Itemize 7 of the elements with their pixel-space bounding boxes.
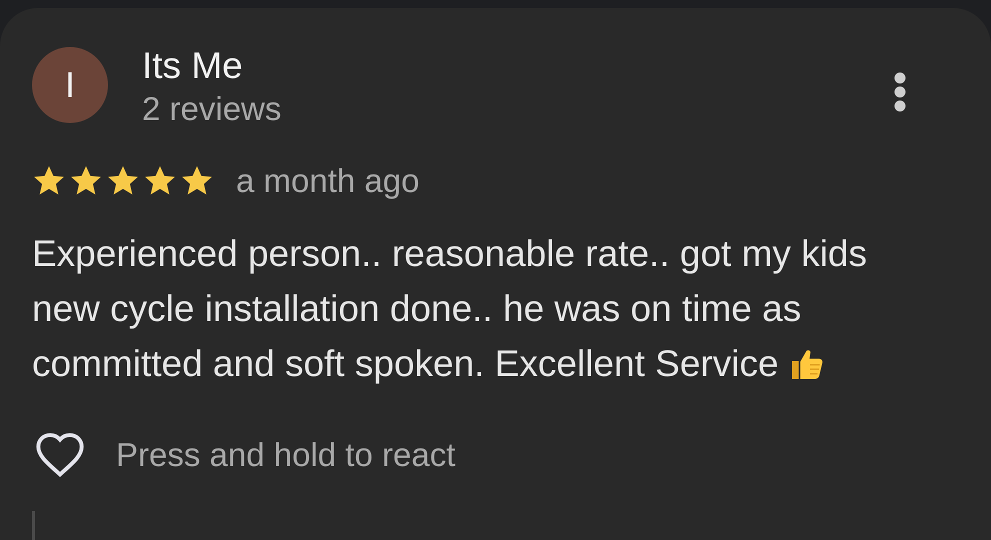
review-count: 2 reviews <box>142 89 282 129</box>
author-name[interactable]: Its Me <box>142 46 893 86</box>
more-options-icon[interactable] <box>893 71 907 113</box>
reaction-hint: Press and hold to react <box>116 436 456 474</box>
review-date: a month ago <box>236 162 420 200</box>
avatar[interactable]: I <box>32 47 108 123</box>
review-text: Experienced person.. reasonable rate.. got my kids new cycle installation done.. he was on time as committed and soft spoken. Excellent Service <box>32 232 868 386</box>
